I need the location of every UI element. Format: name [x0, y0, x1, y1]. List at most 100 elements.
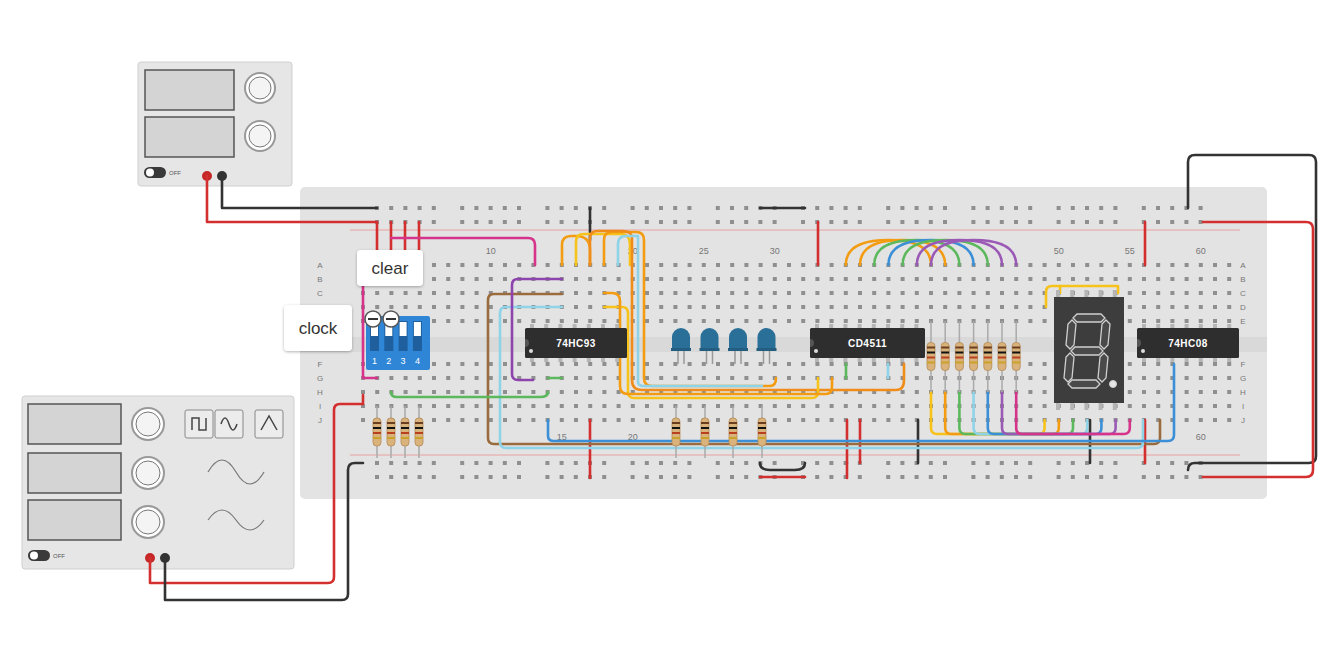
resistor[interactable] — [998, 321, 1006, 392]
hole — [1057, 263, 1061, 267]
hole — [1213, 390, 1217, 394]
power-supply[interactable]: OFF — [138, 62, 292, 186]
power-switch[interactable] — [28, 550, 50, 561]
rail-hole — [517, 220, 521, 224]
circuit-canvas[interactable]: OFF OFFAABBCCDDEEFFGGHHIIJJ10202530505560… — [0, 0, 1336, 661]
knob-icon[interactable] — [245, 121, 275, 151]
rail-hole — [574, 206, 578, 210]
wire[interactable] — [150, 395, 363, 583]
knob-icon[interactable] — [132, 506, 164, 538]
wire[interactable] — [604, 307, 818, 398]
waveform-button[interactable] — [185, 410, 213, 438]
led[interactable] — [728, 328, 748, 364]
hole — [688, 404, 692, 408]
rail-line — [350, 455, 1240, 456]
ic-chip[interactable]: 74HC93 — [525, 324, 627, 362]
hole — [588, 404, 592, 408]
wire[interactable] — [846, 463, 849, 478]
wire[interactable] — [760, 207, 805, 210]
resistor[interactable] — [1012, 321, 1020, 392]
hole — [844, 404, 848, 408]
resistor[interactable] — [701, 406, 709, 458]
dip-switch-toggle[interactable] — [400, 322, 407, 336]
resistor[interactable] — [941, 321, 949, 392]
hole — [986, 291, 990, 295]
resistor[interactable] — [970, 321, 978, 392]
wire[interactable] — [589, 463, 592, 478]
resistor[interactable] — [401, 406, 409, 458]
wire[interactable] — [222, 176, 377, 208]
resistor[interactable] — [373, 406, 381, 458]
row-letter: A — [317, 261, 323, 270]
resistor[interactable] — [984, 321, 992, 392]
probe-marker[interactable] — [383, 311, 399, 327]
wire[interactable] — [604, 232, 776, 386]
resistor[interactable] — [415, 406, 423, 458]
hole — [929, 305, 933, 309]
hole — [673, 376, 677, 380]
hole — [787, 305, 791, 309]
hole — [475, 305, 479, 309]
wire[interactable] — [548, 377, 562, 380]
wire[interactable] — [760, 463, 805, 470]
wire[interactable] — [618, 236, 762, 386]
led[interactable] — [671, 328, 691, 364]
hole — [1000, 291, 1004, 295]
wire[interactable] — [488, 294, 1160, 444]
rail-hole — [744, 475, 748, 479]
wire[interactable] — [887, 364, 890, 378]
led[interactable] — [700, 328, 720, 364]
wire[interactable] — [165, 463, 363, 600]
wire[interactable] — [760, 476, 805, 479]
led[interactable] — [757, 328, 777, 364]
wire[interactable] — [845, 364, 848, 378]
rail-hole — [716, 475, 720, 479]
rail-hole — [1057, 206, 1061, 210]
function-generator[interactable]: OFF — [22, 396, 294, 569]
rail-hole — [602, 475, 606, 479]
wire[interactable] — [1144, 222, 1147, 265]
seven-segment-display[interactable] — [1054, 290, 1124, 410]
ic-chip[interactable]: 74HC08 — [1137, 324, 1239, 362]
resistor[interactable] — [927, 321, 935, 392]
wire[interactable] — [391, 392, 548, 397]
knob-icon[interactable] — [132, 457, 164, 489]
knob-icon[interactable] — [132, 408, 164, 440]
hole — [404, 305, 408, 309]
wire[interactable] — [817, 222, 820, 265]
resistor[interactable] — [729, 406, 737, 458]
wire[interactable] — [1188, 155, 1316, 470]
resistor[interactable] — [955, 321, 963, 392]
waveform-button[interactable] — [215, 410, 243, 438]
resistor[interactable] — [758, 406, 766, 458]
resistor[interactable] — [387, 406, 395, 458]
wire[interactable] — [917, 240, 1002, 265]
hole — [702, 305, 706, 309]
power-switch[interactable] — [144, 167, 166, 178]
resistor[interactable] — [672, 406, 680, 458]
waveform-button[interactable] — [255, 410, 283, 438]
rail-hole — [389, 206, 393, 210]
wire[interactable] — [590, 231, 904, 390]
probe-marker[interactable] — [365, 311, 381, 327]
column-number: 60 — [1196, 432, 1206, 442]
dip-switch-toggle[interactable] — [414, 322, 421, 336]
wire[interactable] — [500, 307, 1143, 448]
hole — [858, 404, 862, 408]
rail-hole — [943, 206, 947, 210]
segment — [1073, 314, 1105, 322]
rail-hole — [730, 461, 734, 465]
rail-hole — [829, 220, 833, 224]
rail-hole — [1000, 206, 1004, 210]
hole — [645, 305, 649, 309]
rail-hole — [829, 206, 833, 210]
circuit-svg[interactable]: OFF OFFAABBCCDDEEFFGGHHIIJJ10202530505560… — [0, 0, 1336, 661]
rail-hole — [886, 461, 890, 465]
knob-icon[interactable] — [245, 73, 275, 103]
wire[interactable] — [207, 176, 377, 222]
wire[interactable] — [604, 293, 832, 394]
rail-hole — [375, 475, 379, 479]
breadboard[interactable]: AABBCCDDEEFFGGHHIIJJ10202530505560152060 — [300, 187, 1267, 499]
ic-chip[interactable]: CD4511 — [810, 324, 925, 362]
wire[interactable] — [931, 240, 1016, 265]
